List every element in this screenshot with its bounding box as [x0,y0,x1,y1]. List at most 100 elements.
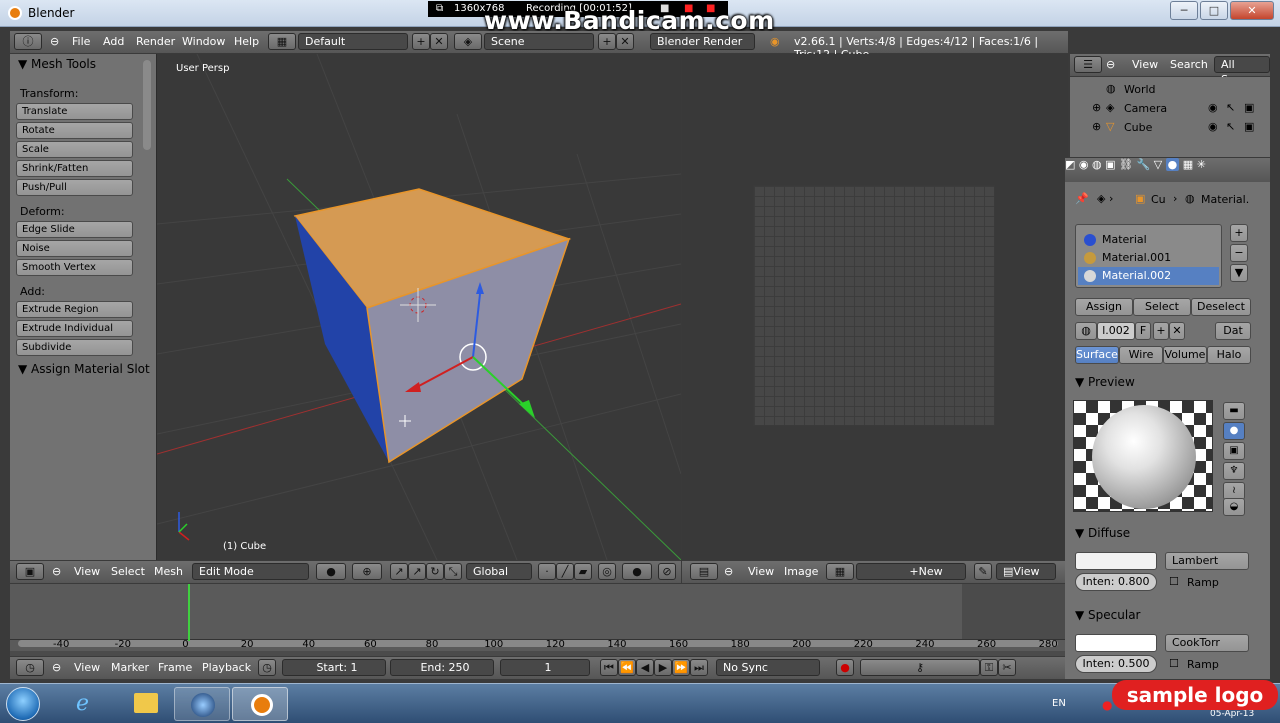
browse-image-icon[interactable]: ▦ [826,563,854,580]
tab-volume[interactable]: Volume [1163,346,1207,364]
shading-icon[interactable]: ● [316,563,346,580]
preview-range-icon[interactable]: ◷ [258,659,276,676]
add-scene-icon[interactable]: + [598,33,616,50]
render-tab-icon[interactable]: ◩ [1065,158,1075,171]
smooth-vertex-button[interactable]: Smooth Vertex [16,259,133,276]
falloff-icon[interactable]: ● [622,563,652,580]
collapse-menu-icon[interactable]: ⊖ [1106,58,1115,71]
menu-render[interactable]: Render [136,35,175,48]
menu-marker[interactable]: Marker [111,661,149,674]
menu-file[interactable]: File [72,35,90,48]
specular-ramp-checkbox[interactable]: ☐ [1169,657,1179,670]
remove-scene-icon[interactable]: ✕ [616,33,634,50]
menu-frame[interactable]: Frame [158,661,192,674]
specular-intensity-slider[interactable]: Inten: 0.500 [1075,655,1157,673]
screen-layout-field[interactable]: Default [298,33,408,50]
start-frame-field[interactable]: Start: 1 [282,659,386,676]
tool-shelf-scrollbar[interactable] [143,60,151,150]
minimize-button[interactable]: ─ [1170,1,1198,20]
diffuse-intensity-slider[interactable]: Inten: 0.800 [1075,573,1157,591]
jump-end-icon[interactable]: ⏭ [690,659,708,676]
close-button[interactable]: ✕ [1230,1,1274,20]
new-material-icon[interactable]: + [1153,322,1169,340]
proportional-edit-icon[interactable]: ◎ [598,563,616,580]
texture-tab-icon[interactable]: ▦ [1183,158,1193,171]
edge-select-icon[interactable]: ╱ [556,563,574,580]
tab-surface[interactable]: Surface [1075,346,1119,364]
tab-halo[interactable]: Halo [1207,346,1251,364]
object-tab-icon[interactable]: ▣ [1105,158,1115,171]
preview-plane-icon[interactable]: ▬ [1223,402,1245,420]
specular-color-swatch[interactable] [1075,634,1157,652]
scale-manip-icon[interactable]: ⤡ [444,563,462,580]
menu-timeline-view[interactable]: View [74,661,100,674]
expand-icon[interactable]: ⊕ [1092,120,1101,133]
timeline-frame-area[interactable] [10,584,962,639]
menu-view[interactable]: View [74,565,100,578]
menu-outliner-view[interactable]: View [1132,58,1158,71]
material-slot[interactable]: Material [1078,231,1219,249]
outliner-row-world[interactable]: ◍ World [1070,80,1270,99]
play-icon[interactable]: ▶ [654,659,672,676]
scene-field[interactable]: Scene [484,33,594,50]
menu-playback[interactable]: Playback [202,661,251,674]
operator-panel-header[interactable]: ▼ Assign Material Slot [18,362,150,376]
link-select[interactable]: Dat [1215,322,1251,340]
visibility-eye-icon[interactable]: ◉ [1208,120,1218,133]
preview-panel-header[interactable]: ▼ Preview [1075,375,1135,389]
play-reverse-icon[interactable]: ◀ [636,659,654,676]
expand-icon[interactable]: ⊕ [1092,101,1101,114]
scale-button[interactable]: Scale [16,141,133,158]
snap-icon[interactable]: ⊘ [658,563,676,580]
current-frame-field[interactable]: 1 [500,659,590,676]
preview-cube-icon[interactable]: ▣ [1223,442,1245,460]
material-slot-list[interactable]: Material Material.001 Material.002 [1075,224,1222,288]
unlink-material-icon[interactable]: ✕ [1169,322,1185,340]
maximize-button[interactable]: □ [1200,1,1228,20]
outliner-row-cube[interactable]: ⊕ ▽ Cube ◉ ↖ ▣ [1070,118,1270,137]
mode-select[interactable]: Edit Mode [192,563,309,580]
pivot-icon[interactable]: ⊕ [352,563,382,580]
insert-keyframe-icon[interactable]: ⚿ [980,659,998,676]
taskbar-ie[interactable]: ℯ [58,687,114,721]
render-camera-icon[interactable]: ▣ [1244,120,1254,133]
deselect-button[interactable]: Deselect [1191,298,1251,316]
taskbar-explorer[interactable] [116,687,172,721]
start-button[interactable] [6,687,40,721]
sync-select[interactable]: No Sync [716,659,820,676]
viewport-canvas[interactable] [157,54,681,560]
jump-start-icon[interactable]: ⏮ [600,659,618,676]
taskbar-globe-app[interactable] [174,687,230,721]
pin-icon[interactable]: 📌 [1075,192,1089,205]
preview-monkey-icon[interactable]: ♆ [1223,462,1245,480]
select-button[interactable]: Select [1133,298,1191,316]
menu-select[interactable]: Select [111,565,145,578]
collapse-menu-icon[interactable]: ⊖ [52,661,61,674]
timeline-editor-type-icon[interactable]: ◷ [16,659,44,676]
menu-add[interactable]: Add [103,35,124,48]
delete-keyframe-icon[interactable]: ✂ [998,659,1016,676]
menu-search[interactable]: Search [1170,58,1208,71]
3d-viewport[interactable]: User Persp (1) Cube [157,54,681,560]
breadcrumb-object[interactable]: Cu [1151,193,1166,206]
modifiers-tab-icon[interactable]: 🔧 [1137,158,1151,171]
image-editor-type-icon[interactable]: ▤ [690,563,718,580]
menu-help[interactable]: Help [234,35,259,48]
mesh-tools-header[interactable]: ▼ Mesh Tools [18,57,96,71]
remove-layout-icon[interactable]: ✕ [430,33,448,50]
scene-tab-icon[interactable]: ◉ [1079,158,1089,171]
extrude-region-button[interactable]: Extrude Region [16,301,133,318]
translate-manip-icon[interactable]: ↗ [408,563,426,580]
render-engine-select[interactable]: Blender Render [650,33,755,50]
specular-panel-header[interactable]: ▼ Specular [1075,608,1141,622]
record-keyframe-icon[interactable]: ● [836,659,854,676]
render-camera-icon[interactable]: ▣ [1244,101,1254,114]
3d-editor-type-icon[interactable]: ▣ [16,563,44,580]
jump-keyframe-back-icon[interactable]: ⏪ [618,659,636,676]
shrink-fatten-button[interactable]: Shrink/Fatten [16,160,133,177]
outliner-filter-select[interactable]: All Scenes [1214,56,1270,86]
noise-button[interactable]: Noise [16,240,133,257]
particles-tab-icon[interactable]: ✳ [1197,158,1206,171]
playhead[interactable] [188,584,190,641]
rotate-manip-icon[interactable]: ↻ [426,563,444,580]
